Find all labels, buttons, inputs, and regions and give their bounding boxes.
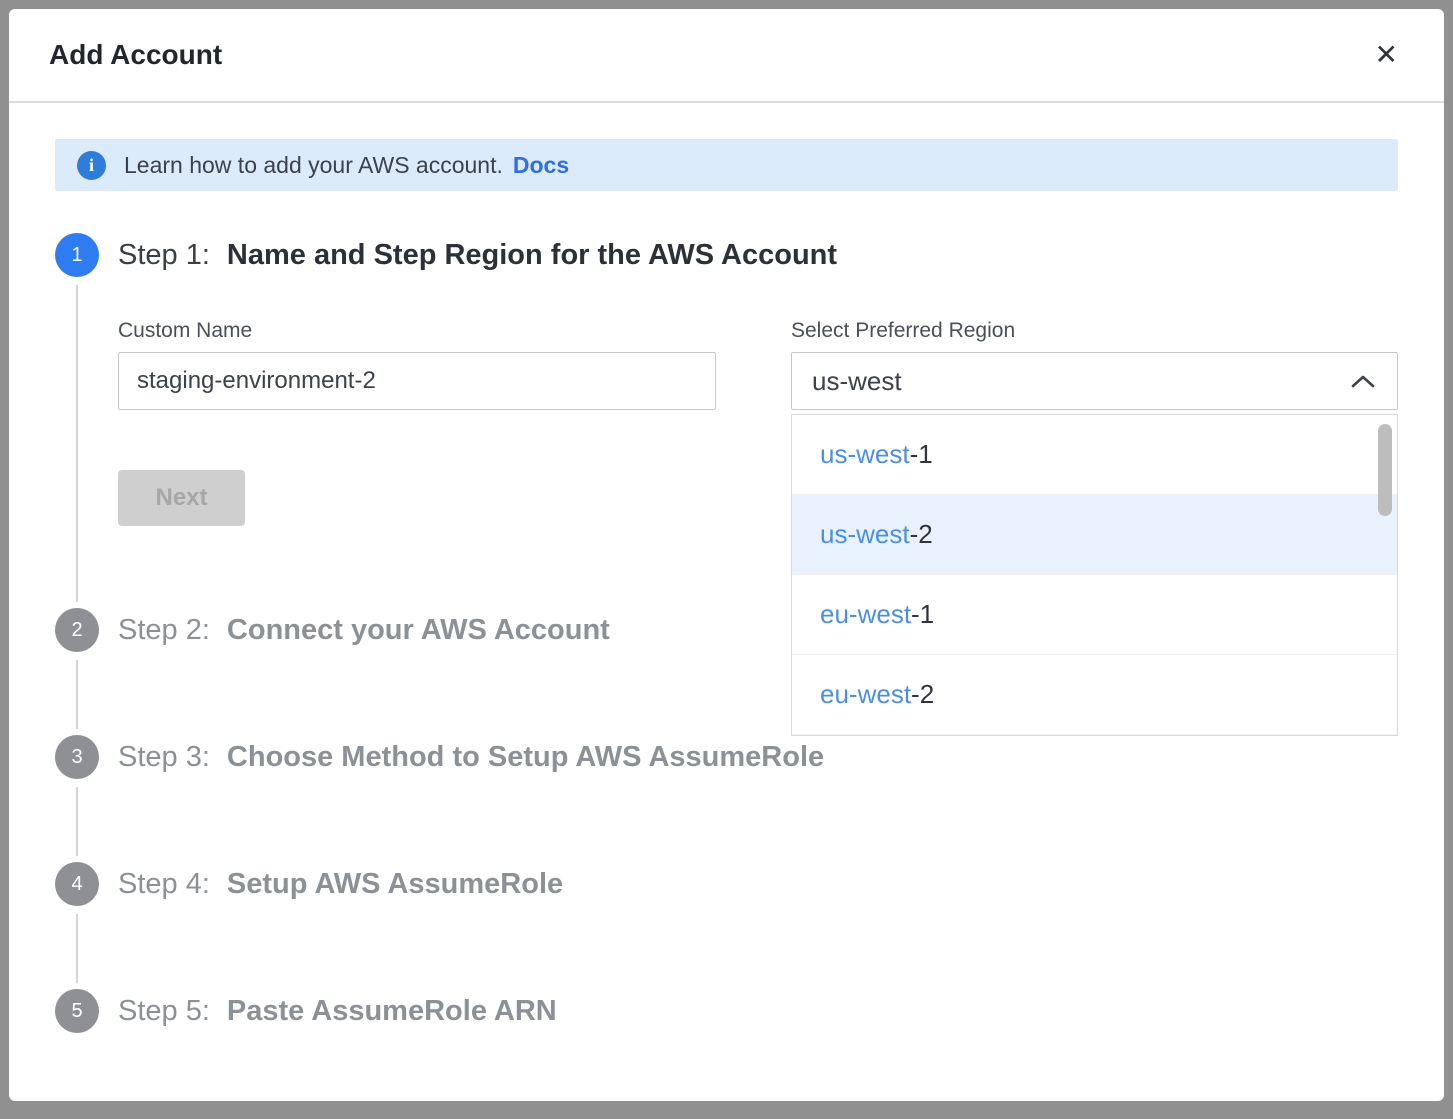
step-3-section: 3 Step 3: Choose Method to Setup AWS Ass…	[55, 735, 1398, 862]
region-option-eu-west-1[interactable]: eu-west-1	[792, 575, 1397, 655]
region-field: Select Preferred Region us-west	[791, 319, 1398, 410]
step-connector-line	[76, 285, 78, 602]
modal-body: i Learn how to add your AWS account. Doc…	[9, 103, 1444, 1101]
step-1-indicator: 1	[55, 233, 99, 277]
info-icon: i	[77, 151, 106, 180]
step-1-rail: 1	[55, 233, 99, 608]
region-option-us-west-1[interactable]: us-west-1	[792, 415, 1397, 495]
region-select[interactable]: us-west	[791, 352, 1398, 410]
step-4-indicator: 4	[55, 862, 99, 906]
step-3-rail: 3	[55, 735, 99, 862]
option-match-text: eu-west	[820, 679, 911, 710]
dropdown-scrollbar[interactable]	[1378, 424, 1392, 516]
next-button[interactable]: Next	[118, 470, 245, 526]
chevron-up-icon	[1351, 374, 1375, 388]
step-3-prefix: Step 3:	[118, 741, 210, 774]
step-connector-line	[76, 914, 78, 983]
region-dropdown: us-west-1 us-west-2 eu-west-1 eu-west-2	[791, 414, 1398, 736]
step-2-title: Connect your AWS Account	[227, 614, 610, 647]
banner-text: Learn how to add your AWS account.	[124, 152, 503, 179]
option-suffix-text: -1	[910, 439, 933, 470]
docs-link[interactable]: Docs	[513, 152, 569, 179]
region-label: Select Preferred Region	[791, 319, 1398, 343]
step-1-form: Custom Name Select Preferred Region us-w…	[118, 319, 1398, 410]
step-1-prefix: Step 1:	[118, 239, 210, 272]
step-5-section: 5 Step 5: Paste AssumeRole ARN	[55, 989, 1398, 1033]
step-2-prefix: Step 2:	[118, 614, 210, 647]
option-suffix-text: -2	[911, 679, 934, 710]
option-match-text: us-west	[820, 519, 910, 550]
step-3-heading: Step 3: Choose Method to Setup AWS Assum…	[118, 735, 1398, 779]
step-5-rail: 5	[55, 989, 99, 1033]
step-5-prefix: Step 5:	[118, 995, 210, 1028]
step-connector-line	[76, 787, 78, 856]
custom-name-label: Custom Name	[118, 319, 716, 343]
region-selected-value: us-west	[812, 366, 902, 397]
option-match-text: us-west	[820, 439, 910, 470]
step-5-heading: Step 5: Paste AssumeRole ARN	[118, 989, 1398, 1033]
step-4-prefix: Step 4:	[118, 868, 210, 901]
step-5-title: Paste AssumeRole ARN	[227, 995, 557, 1028]
modal-title: Add Account	[49, 39, 222, 71]
step-4-title: Setup AWS AssumeRole	[227, 868, 563, 901]
region-option-eu-west-2[interactable]: eu-west-2	[792, 655, 1397, 735]
step-1-section: 1 Step 1: Name and Step Region for the A…	[55, 233, 1398, 608]
step-3-indicator: 3	[55, 735, 99, 779]
step-1-heading: Step 1: Name and Step Region for the AWS…	[118, 233, 1398, 277]
option-suffix-text: -1	[911, 599, 934, 630]
step-connector-line	[76, 660, 78, 729]
step-4-section: 4 Step 4: Setup AWS AssumeRole	[55, 862, 1398, 989]
option-match-text: eu-west	[820, 599, 911, 630]
step-4-rail: 4	[55, 862, 99, 989]
step-2-indicator: 2	[55, 608, 99, 652]
custom-name-input[interactable]	[118, 352, 716, 410]
modal-header: Add Account ✕	[9, 9, 1444, 103]
region-option-us-west-2[interactable]: us-west-2	[792, 495, 1397, 575]
close-icon[interactable]: ✕	[1371, 37, 1402, 73]
step-5-indicator: 5	[55, 989, 99, 1033]
info-banner: i Learn how to add your AWS account. Doc…	[55, 139, 1398, 191]
step-3-title: Choose Method to Setup AWS AssumeRole	[227, 741, 824, 774]
custom-name-field: Custom Name	[118, 319, 716, 410]
step-2-rail: 2	[55, 608, 99, 735]
option-suffix-text: -2	[910, 519, 933, 550]
step-1-title: Name and Step Region for the AWS Account	[227, 239, 837, 272]
step-4-heading: Step 4: Setup AWS AssumeRole	[118, 862, 1398, 906]
add-account-modal: Add Account ✕ i Learn how to add your AW…	[9, 9, 1444, 1101]
